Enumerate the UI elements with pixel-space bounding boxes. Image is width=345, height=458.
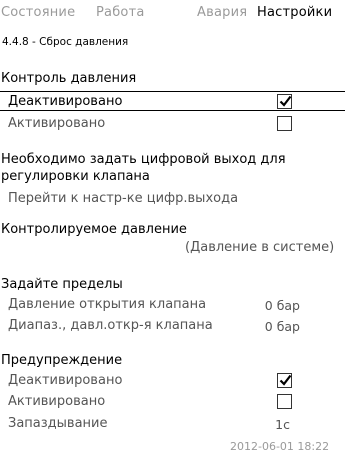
datetime-footer: 2012-06-01 18:22 bbox=[230, 440, 330, 453]
option-label: Активировано bbox=[8, 394, 106, 409]
warning-activated-option[interactable]: Активировано bbox=[0, 392, 345, 413]
option-label: Активировано bbox=[8, 116, 106, 131]
warning-deactivated-option[interactable]: Деактивировано bbox=[0, 371, 345, 392]
row-label: Диапаз., давл.откр-я клапана bbox=[8, 318, 213, 333]
goto-digital-output-link[interactable]: Перейти к настр-ке цифр.выхода bbox=[0, 188, 345, 209]
tab-settings[interactable]: Настройки bbox=[257, 5, 332, 20]
row-label: Давление открытия клапана bbox=[8, 297, 207, 312]
tab-bar: Состояние Работа Авария Настройки bbox=[0, 5, 345, 27]
checkmark-icon bbox=[279, 95, 292, 107]
pressure-control-activated-option[interactable]: Активировано bbox=[0, 114, 345, 135]
row-value: 0 бар bbox=[264, 298, 300, 313]
monitored-pressure-value[interactable]: (Давление в системе) bbox=[185, 240, 334, 255]
row-label: Запаздывание bbox=[8, 416, 108, 431]
tab-alarm[interactable]: Авария bbox=[197, 5, 247, 20]
valve-opening-pressure-row[interactable]: Давление открытия клапана 0 бар bbox=[0, 295, 345, 316]
valve-opening-range-row[interactable]: Диапаз., давл.откр-я клапана 0 бар bbox=[0, 316, 345, 337]
tab-status[interactable]: Состояние bbox=[1, 5, 75, 20]
settings-screen: Состояние Работа Авария Настройки 4.4.8 … bbox=[0, 0, 345, 458]
row-value: 0 бар bbox=[264, 319, 300, 334]
row-value: 1с bbox=[275, 417, 290, 432]
tab-operation[interactable]: Работа bbox=[96, 5, 145, 20]
warning-delay-row[interactable]: Запаздывание 1с bbox=[0, 414, 345, 435]
link-label: Перейти к настр-ке цифр.выхода bbox=[8, 191, 239, 206]
checkmark-icon bbox=[279, 374, 292, 386]
page-title: 4.4.8 - Сброс давления bbox=[2, 36, 129, 48]
pressure-control-deactivated-option[interactable]: Деактивировано bbox=[0, 91, 345, 111]
checkbox-unchecked[interactable] bbox=[277, 394, 292, 409]
digital-output-note: Необходимо задать цифровой выход для рег… bbox=[1, 152, 286, 184]
option-label: Деактивировано bbox=[8, 94, 123, 109]
checkbox-checked[interactable] bbox=[277, 373, 292, 388]
checkbox-unchecked[interactable] bbox=[277, 116, 292, 131]
option-label: Деактивировано bbox=[8, 373, 123, 388]
pressure-control-heading: Контроль давления bbox=[1, 71, 137, 86]
checkbox-checked[interactable] bbox=[277, 94, 292, 109]
